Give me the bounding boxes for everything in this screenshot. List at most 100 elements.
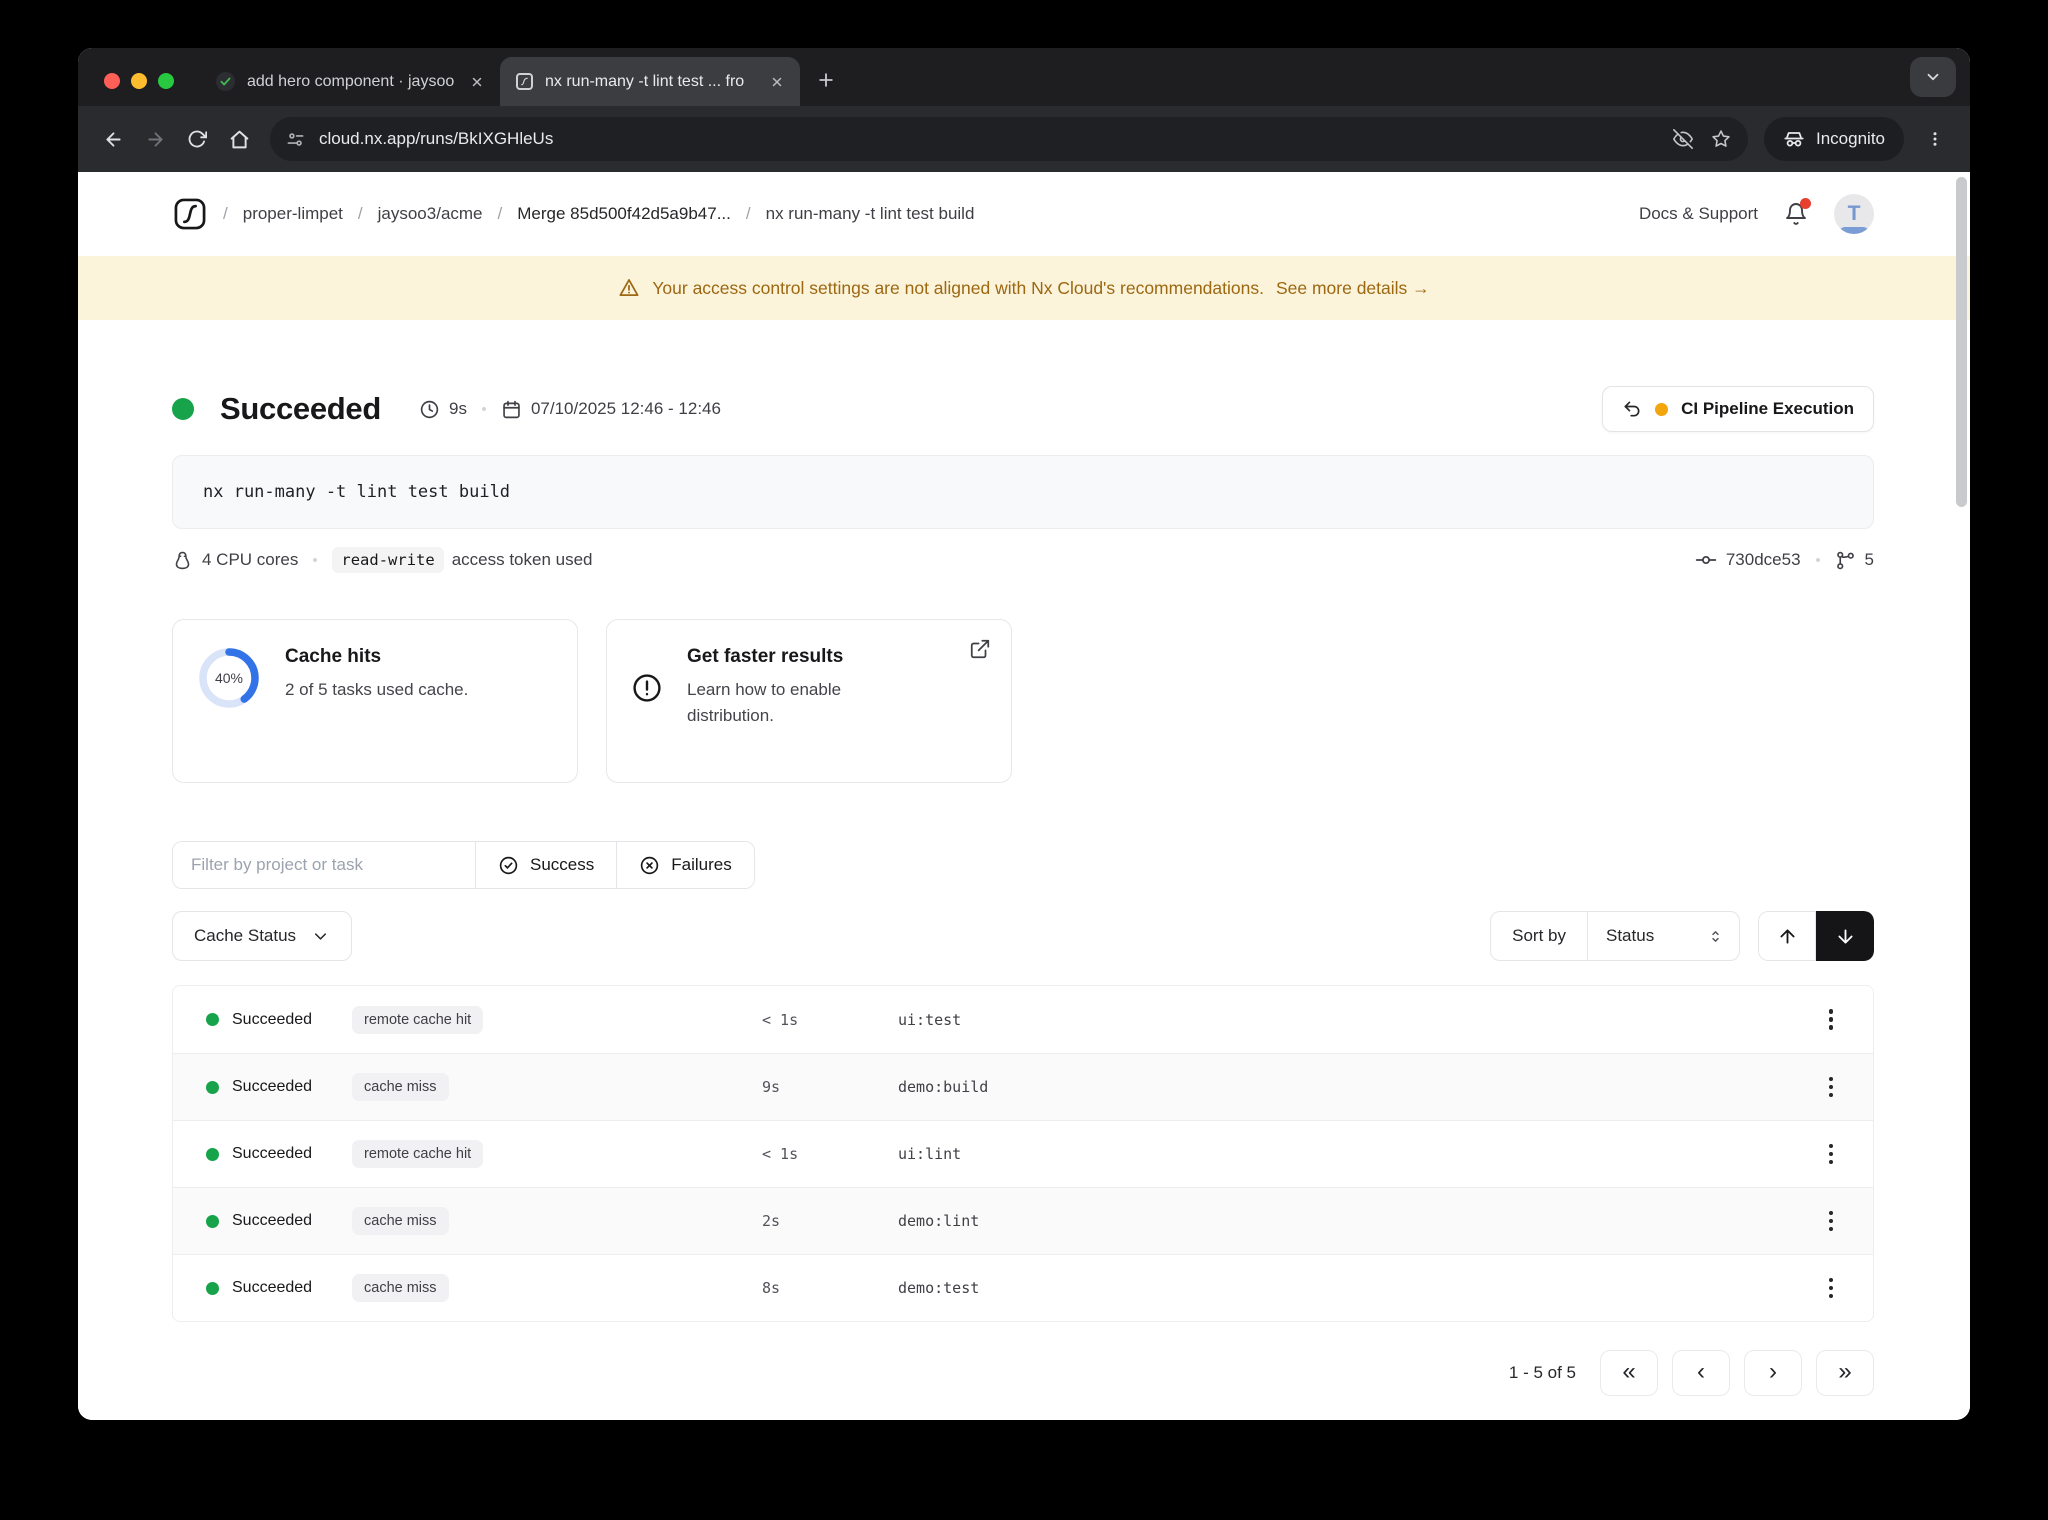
- task-name: demo:build: [898, 1078, 989, 1096]
- access-token-suffix: access token used: [451, 550, 593, 569]
- faster-results-title: Get faster results: [687, 646, 844, 667]
- cache-status-dropdown[interactable]: Cache Status: [172, 911, 353, 961]
- home-button[interactable]: [218, 118, 260, 160]
- status-dot: [206, 1013, 219, 1026]
- chevrons-up-down-icon: [1712, 930, 1719, 942]
- task-duration: 8s: [762, 1279, 781, 1297]
- table-row[interactable]: Succeeded cache miss 8s demo:test: [173, 1254, 1873, 1321]
- run-status: Succeeded: [220, 391, 381, 426]
- banner-message: Your access control settings are not ali…: [652, 277, 1264, 298]
- task-table: Succeeded remote cache hit < 1s ui:test …: [172, 985, 1874, 1322]
- back-button[interactable]: [92, 118, 134, 160]
- status-dot: [206, 1080, 219, 1094]
- docs-support-link[interactable]: Docs & Support: [1639, 204, 1758, 224]
- cache-badge: remote cache hit: [352, 1140, 484, 1168]
- row-menu-button[interactable]: [1813, 1203, 1849, 1239]
- linux-penguin-icon: [172, 550, 193, 571]
- tab-search-chevron-button[interactable]: [1910, 57, 1956, 97]
- row-menu-button[interactable]: [1813, 1002, 1849, 1038]
- browser-menu-button[interactable]: [1914, 118, 1956, 160]
- chevron-down-icon: [315, 932, 327, 940]
- success-filter-button[interactable]: Success: [476, 842, 617, 888]
- zoom-window-button[interactable]: [158, 73, 174, 89]
- warning-icon: [619, 279, 639, 297]
- table-row[interactable]: Succeeded cache miss 2s demo:lint: [173, 1187, 1873, 1254]
- run-duration: 9s: [449, 399, 467, 418]
- table-row[interactable]: Succeeded remote cache hit < 1s ui:test: [173, 986, 1873, 1053]
- close-window-button[interactable]: [104, 73, 120, 89]
- failures-filter-button[interactable]: Failures: [617, 842, 754, 888]
- filter-bar: Success Failures: [172, 841, 1874, 889]
- cache-percent: 40%: [214, 670, 244, 686]
- cache-donut-chart: 40%: [197, 646, 261, 710]
- check-circle-icon: [499, 856, 518, 874]
- row-menu-button[interactable]: [1813, 1270, 1849, 1306]
- row-menu-button[interactable]: [1813, 1069, 1849, 1105]
- notification-dot: [1800, 198, 1811, 209]
- sort-descending-button[interactable]: [1816, 911, 1874, 961]
- bookmark-star-icon[interactable]: [1702, 120, 1740, 158]
- site-settings-icon[interactable]: [286, 130, 305, 149]
- task-name: demo:test: [898, 1279, 980, 1297]
- table-row[interactable]: Succeeded remote cache hit < 1s ui:lint: [173, 1120, 1873, 1187]
- x-circle-icon: [641, 856, 659, 874]
- breadcrumb-commit[interactable]: Merge 85d500f42d5a9b47...: [517, 204, 731, 224]
- arrow-down-icon: [1837, 928, 1853, 944]
- faster-results-card[interactable]: Get faster results Learn how to enable d…: [606, 619, 1012, 783]
- arrow-up-icon: [1779, 928, 1795, 944]
- run-command: nx run-many -t lint test build: [172, 455, 1874, 529]
- nx-logo-icon[interactable]: [172, 196, 208, 232]
- cache-hits-card: 40% Cache hits 2 of 5 tasks used cache.: [172, 619, 578, 783]
- status-dot: [206, 1281, 219, 1295]
- url-text[interactable]: cloud.nx.app/runs/BkIXGHleUs: [319, 129, 1664, 149]
- tab-add-hero-component[interactable]: add hero component · jaysoo: [200, 57, 500, 106]
- sort-field-select[interactable]: Status: [1587, 912, 1739, 960]
- external-link-icon[interactable]: [969, 638, 991, 660]
- pagination-prev-button[interactable]: ‹: [1672, 1350, 1730, 1396]
- incognito-label: Incognito: [1816, 129, 1885, 148]
- notifications-button[interactable]: [1784, 198, 1811, 226]
- pagination-first-button[interactable]: «: [1600, 1350, 1658, 1396]
- forward-button[interactable]: [134, 118, 176, 160]
- cache-badge: cache miss: [352, 1207, 449, 1235]
- page-scrollbar[interactable]: [1956, 177, 1967, 507]
- access-token-chip: read-write: [332, 547, 444, 573]
- tab-nx-run[interactable]: nx run-many -t lint test ... fro: [500, 57, 800, 106]
- task-duration: 9s: [762, 1078, 781, 1096]
- undo-icon: [1624, 401, 1640, 417]
- close-tab-icon[interactable]: [766, 71, 788, 93]
- tab-title: nx run-many -t lint test ... fro: [545, 72, 745, 90]
- pipeline-status-dot: [1655, 402, 1669, 416]
- tab-title: add hero component · jaysoo: [247, 72, 454, 90]
- commit-hash[interactable]: 730dce53: [1726, 550, 1801, 570]
- pagination-next-button[interactable]: ›: [1744, 1350, 1802, 1396]
- breadcrumb-workspace[interactable]: proper-limpet: [243, 204, 343, 224]
- ci-pipeline-execution-button[interactable]: CI Pipeline Execution: [1602, 386, 1874, 432]
- close-tab-icon[interactable]: [466, 71, 488, 93]
- nx-cloud-page: / proper-limpet / jaysoo3/acme / Merge 8…: [78, 172, 1970, 1420]
- breadcrumb-run: nx run-many -t lint test build: [765, 204, 975, 223]
- eye-off-icon[interactable]: [1664, 120, 1702, 158]
- avatar[interactable]: T: [1834, 194, 1874, 234]
- run-date-range: 07/10/2025 12:46 - 12:46: [530, 399, 721, 418]
- run-meta-row: 4 CPU cores read-write access token used…: [172, 545, 1874, 575]
- breadcrumb-repo[interactable]: jaysoo3/acme: [378, 204, 483, 224]
- filter-input[interactable]: [173, 842, 475, 888]
- run-status-row: Succeeded 9s 07/10/2025 12:46 - 12:46 CI…: [172, 384, 1874, 434]
- row-menu-button[interactable]: [1813, 1136, 1849, 1172]
- status-dot: [172, 398, 194, 420]
- new-tab-button[interactable]: [806, 60, 846, 100]
- status-dot: [206, 1214, 219, 1228]
- sort-bar: Cache Status Sort by Status: [172, 911, 1874, 961]
- reload-button[interactable]: [176, 118, 218, 160]
- task-duration: 2s: [762, 1212, 781, 1230]
- pagination-last-button[interactable]: »: [1816, 1350, 1874, 1396]
- cache-badge: remote cache hit: [352, 1005, 484, 1034]
- summary-cards: 40% Cache hits 2 of 5 tasks used cache.: [172, 619, 1874, 783]
- sort-ascending-button[interactable]: [1758, 911, 1816, 961]
- address-bar[interactable]: cloud.nx.app/runs/BkIXGHleUs: [270, 117, 1748, 161]
- table-row[interactable]: Succeeded cache miss 9s demo:build: [173, 1053, 1873, 1120]
- banner-details-link[interactable]: See more details →: [1276, 278, 1430, 299]
- cache-hits-title: Cache hits: [285, 646, 382, 667]
- minimize-window-button[interactable]: [131, 73, 147, 89]
